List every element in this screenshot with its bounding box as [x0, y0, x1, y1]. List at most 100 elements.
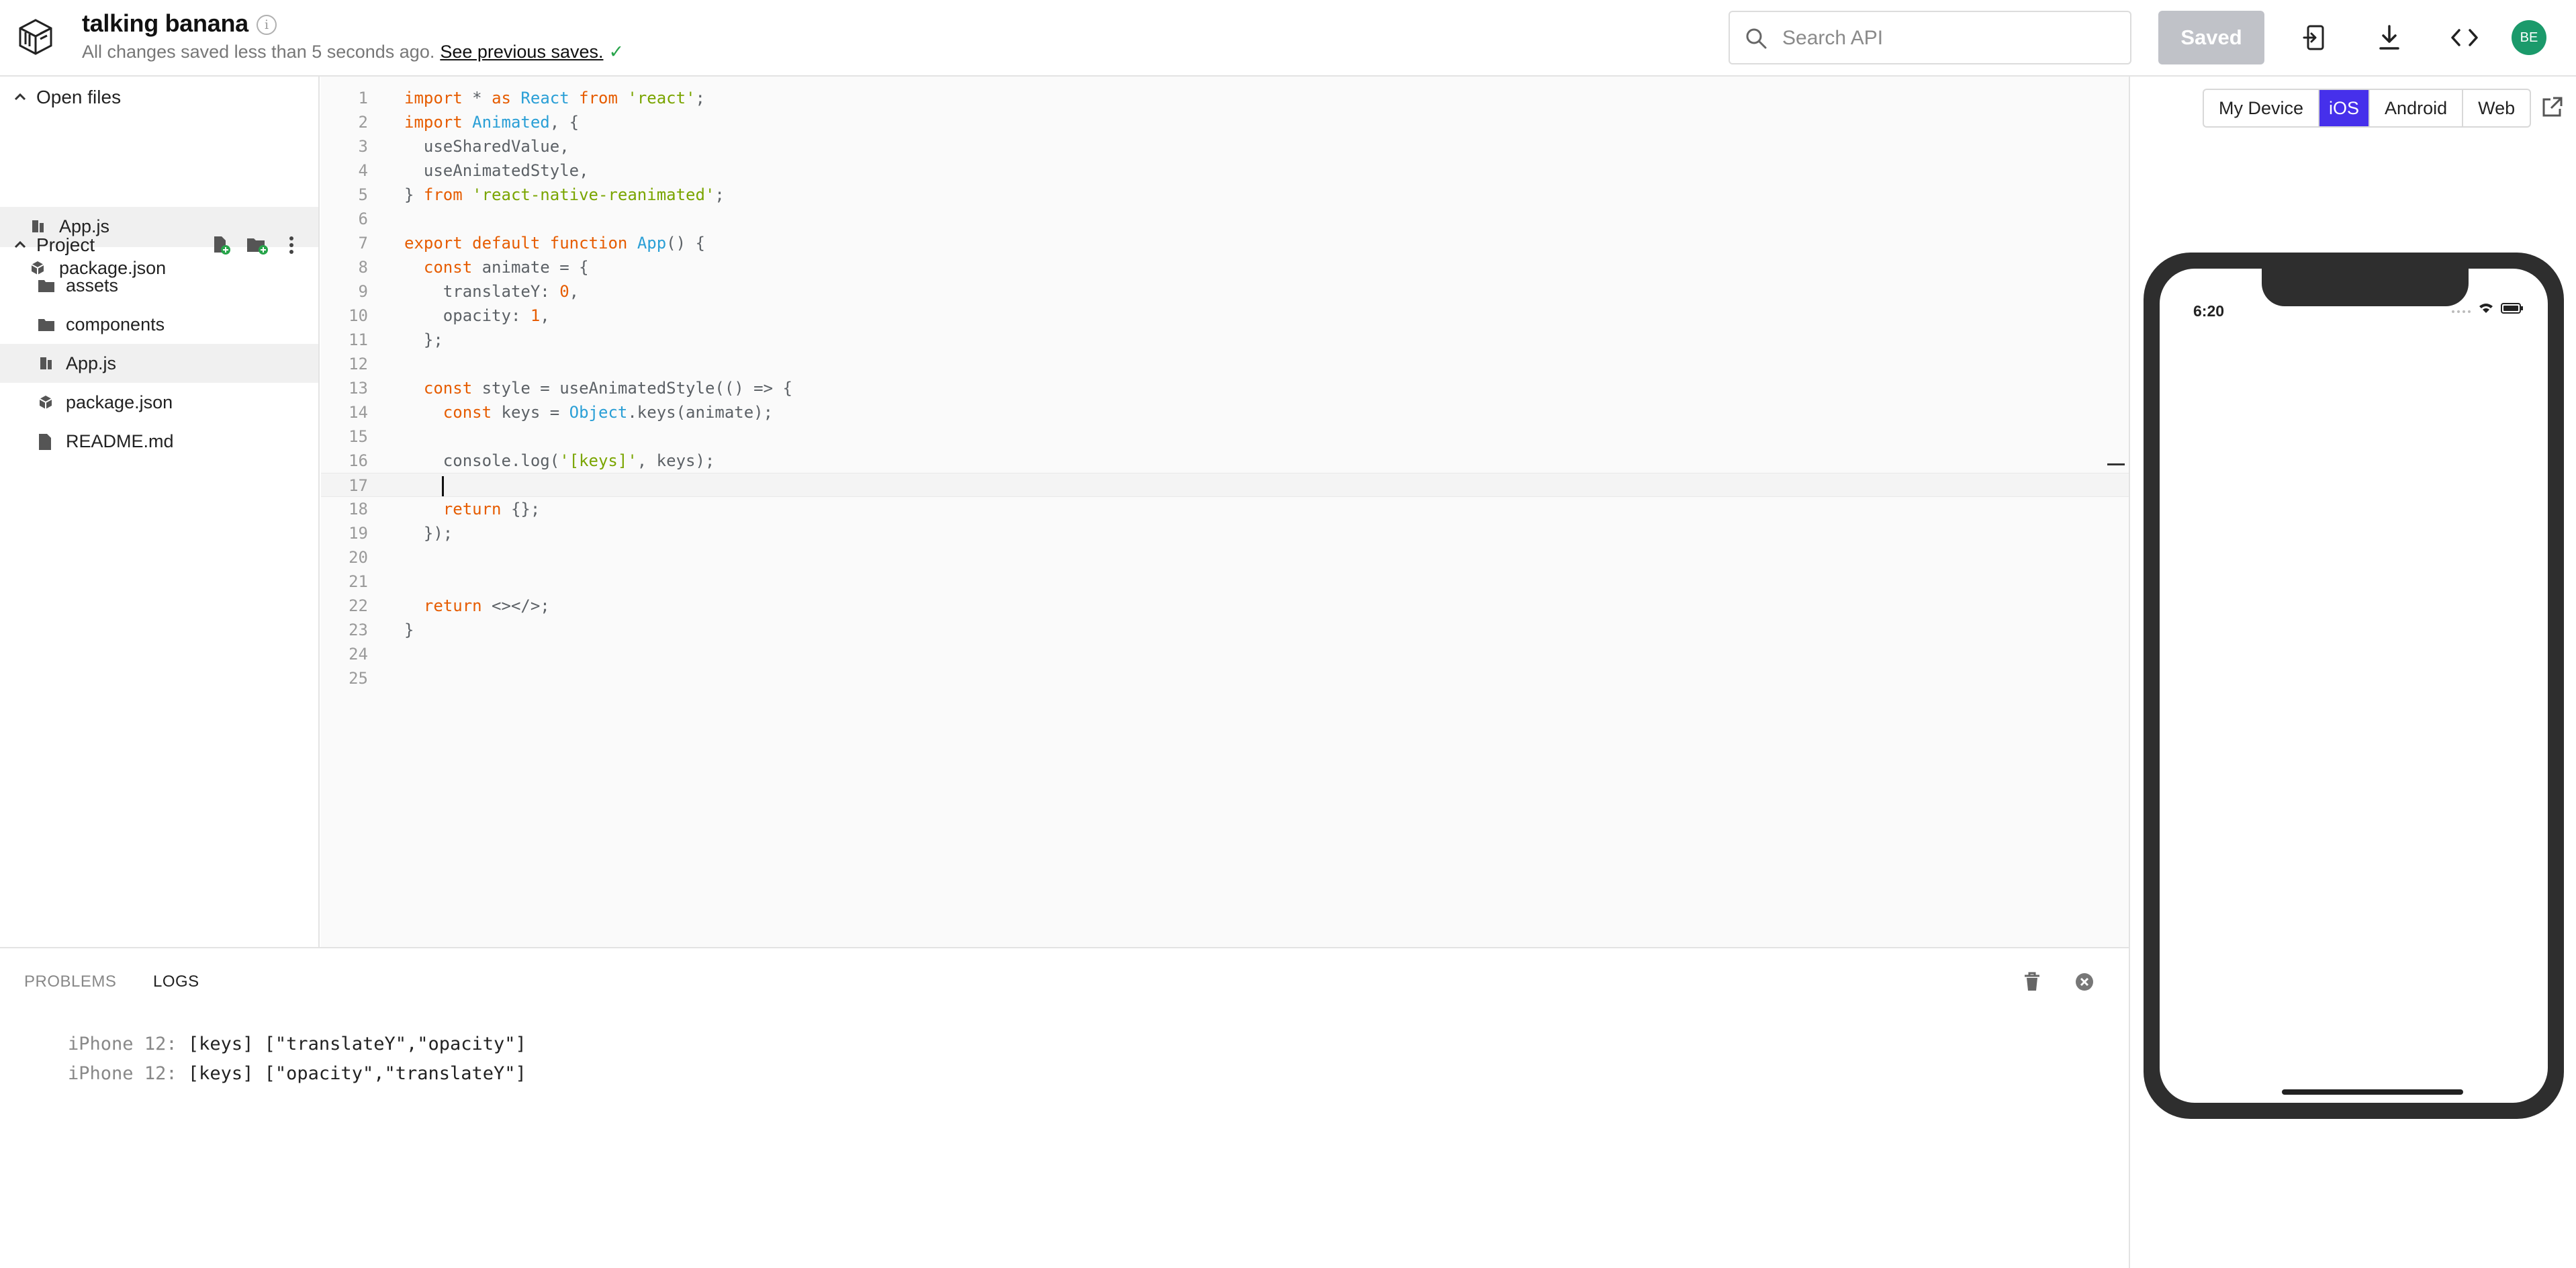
- code-line[interactable]: 10 opacity: 1,: [321, 304, 2129, 328]
- code-line[interactable]: 13 const style = useAnimatedStyle(() => …: [321, 376, 2129, 400]
- code-text[interactable]: useAnimatedStyle,: [404, 158, 589, 183]
- phone-screen[interactable]: 6:20: [2160, 269, 2548, 1103]
- code-text[interactable]: return {};: [404, 497, 541, 521]
- code-line[interactable]: 2 import Animated, {: [321, 110, 2129, 134]
- code-line[interactable]: 14 const keys = Object.keys(animate);: [321, 400, 2129, 424]
- project-item-components[interactable]: components: [0, 305, 318, 344]
- trash-icon[interactable]: [2019, 968, 2045, 995]
- user-avatar[interactable]: BE: [2512, 20, 2546, 55]
- code-icon[interactable]: [2447, 20, 2482, 55]
- code-text[interactable]: } from 'react-native-reanimated';: [404, 183, 725, 207]
- phone-clock: 6:20: [2193, 302, 2225, 320]
- code-line[interactable]: 6: [321, 207, 2129, 231]
- code-text[interactable]: useSharedValue,: [404, 134, 569, 158]
- code-line[interactable]: 8 const animate = {: [321, 255, 2129, 279]
- line-number: 13: [349, 379, 368, 398]
- line-number: 4: [358, 161, 368, 180]
- line-number: 17: [349, 476, 368, 495]
- code-line[interactable]: 20: [321, 545, 2129, 570]
- code-text[interactable]: import Animated, {: [404, 110, 579, 134]
- code-editor[interactable]: 1 import * as React from 'react'; 2 import …: [321, 77, 2129, 947]
- line-number: 9: [358, 282, 368, 301]
- line-number: 3: [358, 137, 368, 156]
- new-file-icon[interactable]: [211, 235, 231, 259]
- code-line[interactable]: 16 console.log('[keys]', keys);: [321, 449, 2129, 473]
- code-line[interactable]: 17: [321, 473, 2129, 497]
- code-line[interactable]: 24: [321, 642, 2129, 666]
- code-line[interactable]: 9 translateY: 0,: [321, 279, 2129, 304]
- package-icon: [38, 394, 54, 410]
- iphone-frame: 6:20: [2144, 253, 2564, 1119]
- platform-ios[interactable]: iOS: [2319, 90, 2371, 126]
- code-text[interactable]: };: [404, 328, 443, 352]
- saved-button[interactable]: Saved: [2158, 11, 2264, 64]
- code-line[interactable]: 4 useAnimatedStyle,: [321, 158, 2129, 183]
- code-line[interactable]: 18 return {};: [321, 497, 2129, 521]
- close-panel-icon[interactable]: [2071, 968, 2098, 995]
- bottom-panel: PROBLEMS LOGS iPhone 12: [keys] ["transl…: [0, 947, 2129, 1268]
- react-file-icon: [38, 355, 54, 371]
- code-text[interactable]: });: [404, 521, 453, 545]
- project-title[interactable]: talking banana: [82, 9, 248, 38]
- code-text[interactable]: const keys = Object.keys(animate);: [404, 400, 773, 424]
- overview-ruler-marker: [2107, 463, 2125, 465]
- line-number: 22: [349, 596, 368, 615]
- project-item-readme[interactable]: README.md: [0, 422, 318, 461]
- download-icon[interactable]: [2372, 20, 2407, 55]
- project-item-label: assets: [66, 275, 119, 296]
- code-text[interactable]: opacity: 1,: [404, 304, 550, 328]
- tab-logs[interactable]: LOGS: [153, 972, 199, 991]
- save-status: All changes saved less than 5 seconds ag…: [82, 42, 624, 62]
- code-text[interactable]: import * as React from 'react';: [404, 86, 705, 110]
- more-options-icon[interactable]: [287, 235, 295, 259]
- project-item-label: README.md: [66, 431, 174, 451]
- folder-icon: [38, 277, 54, 293]
- code-line[interactable]: 15: [321, 424, 2129, 449]
- line-number: 7: [358, 234, 368, 253]
- code-line[interactable]: 12: [321, 352, 2129, 376]
- code-text[interactable]: export default function App() {: [404, 231, 705, 255]
- code-line[interactable]: 21: [321, 570, 2129, 594]
- code-line[interactable]: 3 useSharedValue,: [321, 134, 2129, 158]
- code-line[interactable]: 5} from 'react-native-reanimated';: [321, 183, 2129, 207]
- code-line[interactable]: 25: [321, 666, 2129, 690]
- code-line[interactable]: 22 return <></>;: [321, 594, 2129, 618]
- code-text[interactable]: const animate = {: [404, 255, 589, 279]
- project-item-app-js[interactable]: App.js: [0, 344, 318, 383]
- platform-web[interactable]: Web: [2463, 90, 2530, 126]
- code-line[interactable]: 7 export default function App() {: [321, 231, 2129, 255]
- code-text[interactable]: const style = useAnimatedStyle(() => {: [404, 376, 792, 400]
- project-item-assets[interactable]: assets: [0, 266, 318, 305]
- line-number: 12: [349, 355, 368, 373]
- file-sidebar: Open files App.js package.json Project a…: [0, 77, 320, 947]
- snack-logo-icon[interactable]: [16, 17, 55, 56]
- code-line[interactable]: 19 });: [321, 521, 2129, 545]
- line-number: 2: [358, 113, 368, 132]
- code-line[interactable]: 23}: [321, 618, 2129, 642]
- project-item-package-json[interactable]: package.json: [0, 383, 318, 422]
- project-item-label: components: [66, 314, 165, 334]
- code-line[interactable]: 11 };: [321, 328, 2129, 352]
- project-header[interactable]: Project: [0, 224, 320, 265]
- code-text[interactable]: console.log('[keys]', keys);: [404, 449, 715, 473]
- info-icon[interactable]: i: [257, 15, 277, 35]
- tab-problems[interactable]: PROBLEMS: [24, 972, 116, 991]
- line-number: 6: [358, 210, 368, 228]
- wifi-icon: [2479, 304, 2493, 313]
- code-line[interactable]: 1 import * as React from 'react';: [321, 86, 2129, 110]
- checkmark-icon: ✓: [608, 42, 625, 62]
- embed-device-icon[interactable]: [2297, 20, 2332, 55]
- code-text[interactable]: return <></>;: [404, 594, 550, 618]
- previous-saves-link[interactable]: See previous saves.: [440, 42, 603, 62]
- code-text[interactable]: }: [404, 618, 414, 642]
- platform-my-device[interactable]: My Device: [2204, 90, 2320, 126]
- new-folder-icon[interactable]: [246, 235, 269, 259]
- open-external-icon[interactable]: [2540, 95, 2564, 120]
- search-input[interactable]: [1782, 23, 2118, 54]
- line-number: 25: [349, 669, 368, 688]
- search-api-field[interactable]: [1729, 11, 2131, 64]
- open-files-header[interactable]: Open files: [0, 77, 320, 117]
- platform-android[interactable]: Android: [2370, 90, 2464, 126]
- line-number: 21: [349, 572, 368, 591]
- code-text[interactable]: translateY: 0,: [404, 279, 579, 304]
